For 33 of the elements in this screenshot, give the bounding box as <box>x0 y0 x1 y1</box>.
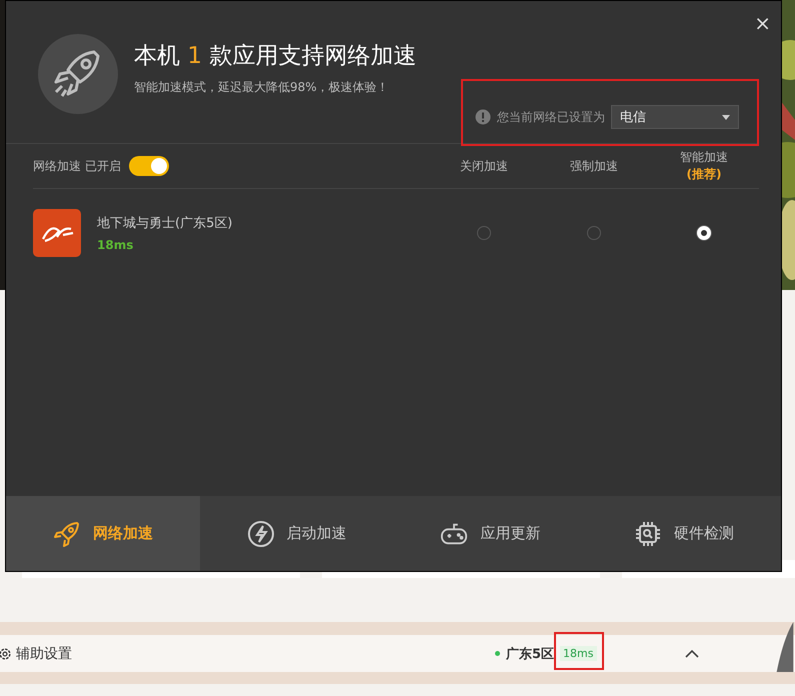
recommended-note: (推荐) <box>686 166 722 183</box>
close-button[interactable]: × <box>752 11 773 35</box>
lightning-icon <box>246 520 275 548</box>
nav-tab[interactable]: 应用更新 <box>394 496 588 571</box>
server-name: 广东5区 <box>506 646 554 662</box>
rocket-icon <box>38 34 118 114</box>
column-header: 智能加速 <box>680 149 728 166</box>
acceleration-toggle[interactable] <box>128 156 169 176</box>
game-name: 地下城与勇士(广东5区) <box>97 215 232 232</box>
settings-label[interactable]: 辅助设置 <box>16 644 72 662</box>
dialog-title: 本机 1 款应用支持网络加速 <box>134 42 416 71</box>
column-header: 强制加速 <box>570 158 618 174</box>
mode-radio[interactable] <box>477 226 491 240</box>
info-icon <box>475 109 491 125</box>
latency-badge: 18ms <box>560 646 596 661</box>
caret-icon <box>722 114 730 120</box>
acceleration-label: 网络加速 已开启 <box>33 158 121 174</box>
game-logo-icon <box>33 209 81 257</box>
column-header: 关闭加速 <box>460 158 508 174</box>
mode-radio[interactable] <box>587 226 601 240</box>
rocket-icon <box>52 520 81 548</box>
network-dropdown[interactable]: 电信 <box>611 105 739 129</box>
nav-tab[interactable]: 网络加速 <box>6 496 200 571</box>
nav-tab[interactable]: 启动加速 <box>200 496 394 571</box>
latency-text: 18ms <box>97 238 134 252</box>
nav-tab[interactable]: 硬件检测 <box>587 496 781 571</box>
corner-shape <box>775 622 795 672</box>
network-label: 您当前网络已设置为 <box>497 108 605 126</box>
chevron-up-icon[interactable] <box>684 649 698 658</box>
chip-icon <box>634 520 662 548</box>
settings-icon[interactable] <box>0 646 12 660</box>
highlight-frame <box>554 632 604 670</box>
dialog-subtitle: 智能加速模式，延迟最大降低98%，极速体验！ <box>134 79 390 96</box>
